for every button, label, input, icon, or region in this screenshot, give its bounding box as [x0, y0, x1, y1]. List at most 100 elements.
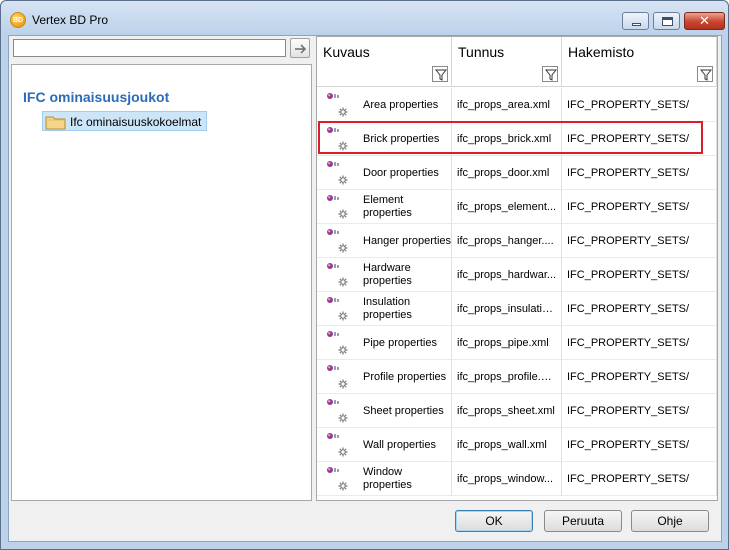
maximize-button[interactable]: [653, 12, 680, 30]
cell-kuvaus[interactable]: Wall properties: [317, 428, 452, 462]
tree-item-label: Ifc ominaisuuskokoelmat: [70, 115, 202, 129]
property-set-icon: [325, 160, 349, 186]
cell-tunnus[interactable]: ifc_props_area.xml: [452, 88, 562, 122]
ok-button[interactable]: OK: [455, 510, 533, 532]
close-button[interactable]: ✕: [684, 12, 725, 30]
cell-hakemisto[interactable]: IFC_PROPERTY_SETS/: [562, 88, 717, 122]
table-row[interactable]: Insulation properties ifc_props_insulatio…: [317, 292, 717, 326]
row-directory: IFC_PROPERTY_SETS/: [567, 428, 712, 461]
row-id: ifc_props_wall.xml: [457, 428, 557, 461]
row-directory: IFC_PROPERTY_SETS/: [567, 156, 712, 189]
folder-icon: [45, 116, 66, 130]
cell-kuvaus[interactable]: Insulation properties: [317, 292, 452, 326]
cell-tunnus[interactable]: ifc_props_brick.xml: [452, 122, 562, 156]
filter-button[interactable]: [432, 66, 448, 82]
table-row[interactable]: Window properties ifc_props_window... IFC_…: [317, 462, 717, 496]
row-id-text: ifc_props_sheet.xml: [457, 405, 555, 417]
filter-icon: [545, 69, 557, 81]
row-description: Brick properties: [363, 122, 451, 155]
cell-kuvaus[interactable]: Element properties: [317, 190, 452, 224]
cell-tunnus[interactable]: ifc_props_element...: [452, 190, 562, 224]
cell-hakemisto[interactable]: IFC_PROPERTY_SETS/: [562, 394, 717, 428]
cell-kuvaus[interactable]: Profile properties: [317, 360, 452, 394]
cell-kuvaus[interactable]: Brick properties: [317, 122, 452, 156]
row-description-text: Profile properties: [363, 370, 447, 383]
property-set-grid: Kuvaus Tunnus Hakemisto Area properties …: [316, 36, 718, 501]
column-header-hakemisto[interactable]: Hakemisto: [562, 37, 717, 87]
property-set-icon: [325, 194, 349, 220]
cell-kuvaus[interactable]: Door properties: [317, 156, 452, 190]
cell-tunnus[interactable]: ifc_props_insulatio...: [452, 292, 562, 326]
table-row[interactable]: Profile properties ifc_props_profile.xml I…: [317, 360, 717, 394]
table-row[interactable]: Hanger properties ifc_props_hanger.... IFC…: [317, 224, 717, 258]
cell-hakemisto[interactable]: IFC_PROPERTY_SETS/: [562, 462, 717, 496]
cell-tunnus[interactable]: ifc_props_wall.xml: [452, 428, 562, 462]
tree-item-ifc-collections[interactable]: Ifc ominaisuuskokoelmat: [42, 111, 207, 131]
table-row[interactable]: Pipe properties ifc_props_pipe.xml IFC_PRO…: [317, 326, 717, 360]
row-directory-text: IFC_PROPERTY_SETS/: [567, 439, 690, 451]
cell-tunnus[interactable]: ifc_props_hardwar...: [452, 258, 562, 292]
row-id: ifc_props_sheet.xml: [457, 394, 557, 427]
filter-button[interactable]: [542, 66, 558, 82]
cell-kuvaus[interactable]: Window properties: [317, 462, 452, 496]
close-icon: ✕: [699, 13, 710, 28]
cell-hakemisto[interactable]: IFC_PROPERTY_SETS/: [562, 156, 717, 190]
table-row[interactable]: Sheet properties ifc_props_sheet.xml IFC_P…: [317, 394, 717, 428]
row-directory: IFC_PROPERTY_SETS/: [567, 122, 712, 155]
cell-hakemisto[interactable]: IFC_PROPERTY_SETS/: [562, 292, 717, 326]
row-id: ifc_props_brick.xml: [457, 122, 557, 155]
search-input[interactable]: [13, 39, 286, 57]
row-description: Insulation properties: [363, 292, 451, 325]
cell-tunnus[interactable]: ifc_props_profile.xml: [452, 360, 562, 394]
table-row[interactable]: Element properties ifc_props_element... IF…: [317, 190, 717, 224]
table-row[interactable]: Area properties ifc_props_area.xml IFC_PRO…: [317, 88, 717, 122]
column-header-label: Kuvaus: [323, 44, 370, 60]
column-header-label: Tunnus: [458, 44, 505, 60]
row-id-text: ifc_props_element...: [457, 201, 557, 213]
cell-tunnus[interactable]: ifc_props_hanger....: [452, 224, 562, 258]
cell-hakemisto[interactable]: IFC_PROPERTY_SETS/: [562, 190, 717, 224]
table-row[interactable]: Door properties ifc_props_door.xml IFC_PRO…: [317, 156, 717, 190]
cell-kuvaus[interactable]: Hardware properties: [317, 258, 452, 292]
table-row[interactable]: Brick properties ifc_props_brick.xml IFC_P…: [317, 122, 717, 156]
cell-kuvaus[interactable]: Pipe properties: [317, 326, 452, 360]
table-row[interactable]: Wall properties ifc_props_wall.xml IFC_PRO…: [317, 428, 717, 462]
row-id-text: ifc_props_area.xml: [457, 99, 550, 111]
cell-tunnus[interactable]: ifc_props_sheet.xml: [452, 394, 562, 428]
cell-hakemisto[interactable]: IFC_PROPERTY_SETS/: [562, 122, 717, 156]
filter-button[interactable]: [697, 66, 713, 82]
cell-kuvaus[interactable]: Hanger properties: [317, 224, 452, 258]
column-header-tunnus[interactable]: Tunnus: [452, 37, 562, 87]
row-id: ifc_props_area.xml: [457, 88, 557, 121]
cell-hakemisto[interactable]: IFC_PROPERTY_SETS/: [562, 224, 717, 258]
cell-hakemisto[interactable]: IFC_PROPERTY_SETS/: [562, 360, 717, 394]
title-bar[interactable]: BD Vertex BD Pro ✕: [1, 1, 728, 35]
row-description-text: Insulation properties: [363, 296, 412, 321]
minimize-button[interactable]: [622, 12, 649, 30]
row-directory-text: IFC_PROPERTY_SETS/: [567, 99, 690, 111]
row-id: ifc_props_hardwar...: [457, 258, 557, 291]
row-description-text: Pipe properties: [363, 336, 437, 349]
filter-icon: [700, 69, 712, 81]
property-set-icon: [325, 262, 349, 288]
cell-kuvaus[interactable]: Sheet properties: [317, 394, 452, 428]
property-set-icon: [325, 398, 349, 424]
row-id-text: ifc_props_hardwar...: [457, 269, 557, 281]
row-description-text: Sheet properties: [363, 404, 444, 417]
cell-tunnus[interactable]: ifc_props_pipe.xml: [452, 326, 562, 360]
column-header-kuvaus[interactable]: Kuvaus: [317, 37, 452, 87]
cell-hakemisto[interactable]: IFC_PROPERTY_SETS/: [562, 258, 717, 292]
property-set-icon: [325, 296, 349, 322]
tree-panel: IFC ominaisuusjoukot Ifc ominaisuuskokoe…: [11, 64, 312, 501]
cell-tunnus[interactable]: ifc_props_door.xml: [452, 156, 562, 190]
row-directory: IFC_PROPERTY_SETS/: [567, 190, 712, 223]
filter-icon: [435, 69, 447, 81]
cell-hakemisto[interactable]: IFC_PROPERTY_SETS/: [562, 326, 717, 360]
cell-hakemisto[interactable]: IFC_PROPERTY_SETS/: [562, 428, 717, 462]
go-button[interactable]: [290, 38, 310, 58]
cell-tunnus[interactable]: ifc_props_window...: [452, 462, 562, 496]
cancel-button[interactable]: Peruuta: [544, 510, 622, 532]
cell-kuvaus[interactable]: Area properties: [317, 88, 452, 122]
table-row[interactable]: Hardware properties ifc_props_hardwar... I…: [317, 258, 717, 292]
help-button[interactable]: Ohje: [631, 510, 709, 532]
